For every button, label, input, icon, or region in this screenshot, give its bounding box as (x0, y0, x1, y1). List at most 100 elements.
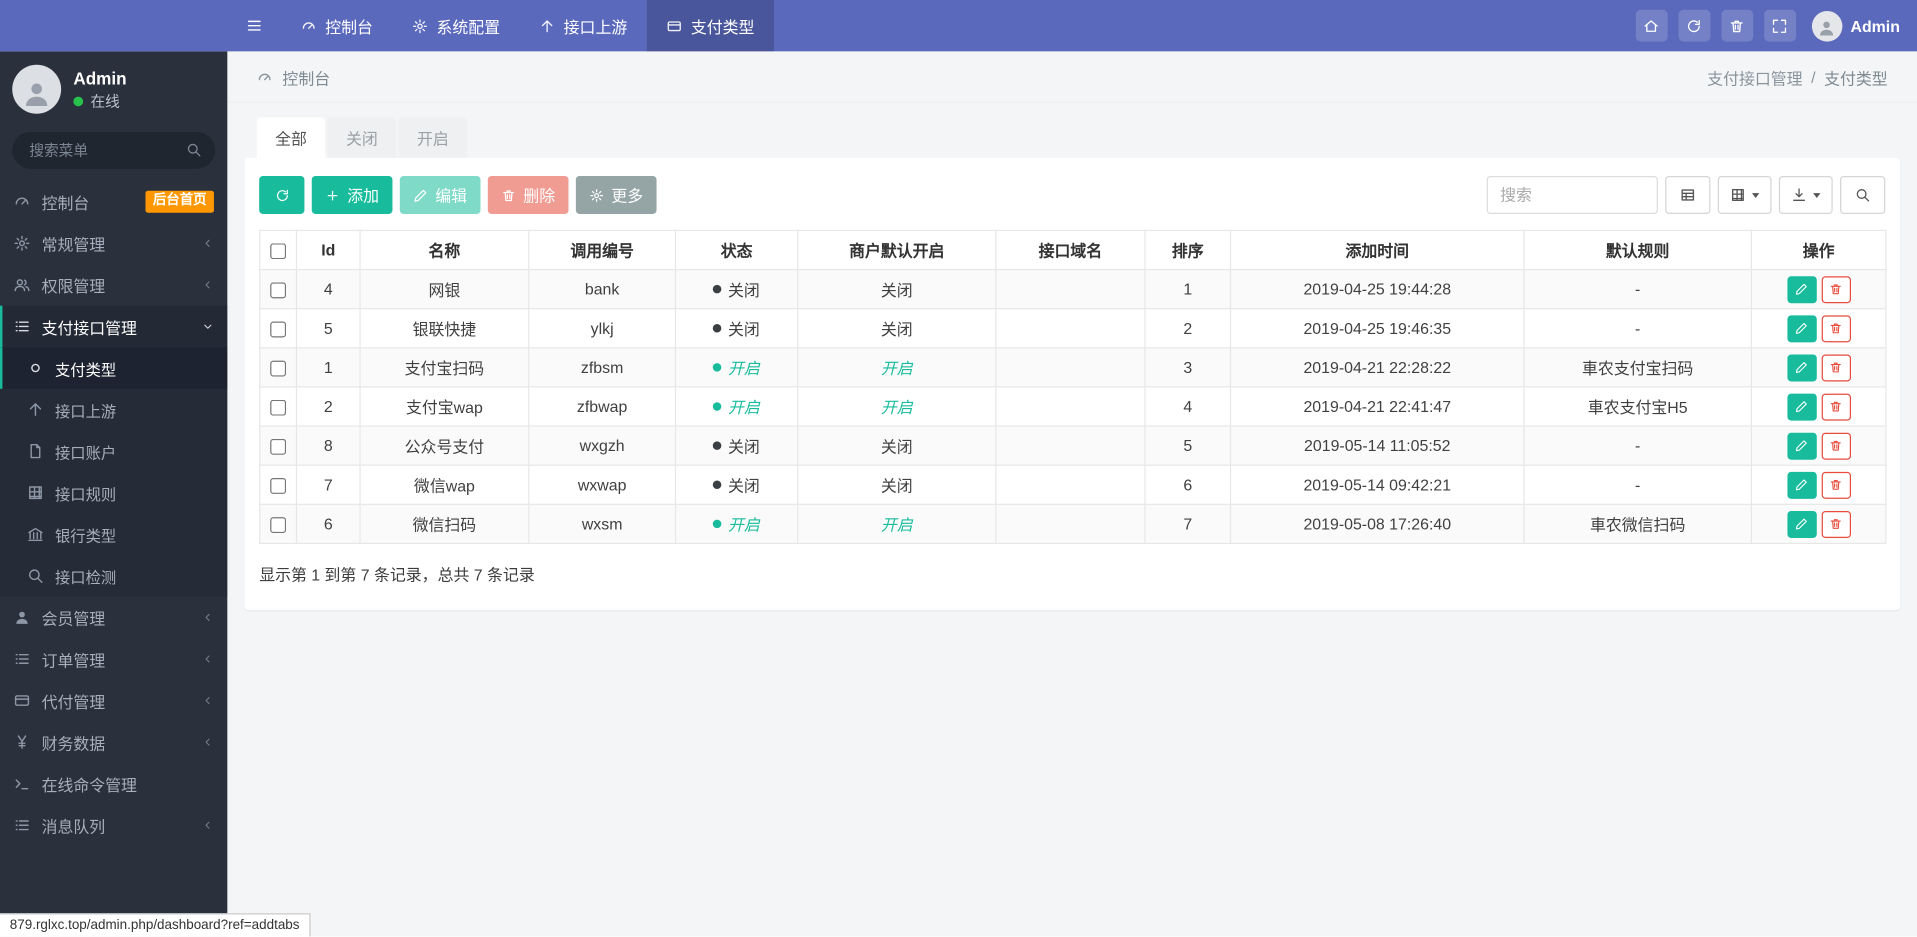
merchant-default-toggle[interactable]: 关闭 (881, 438, 913, 456)
row-checkbox[interactable] (270, 399, 287, 416)
header-added-time[interactable]: 添加时间 (1229, 229, 1525, 271)
row-checkbox[interactable] (270, 517, 287, 534)
header-merchant-default[interactable]: 商户默认开启 (797, 229, 997, 271)
delete-row-button[interactable] (1821, 275, 1851, 303)
refresh-page-button[interactable] (1678, 9, 1710, 42)
topnav-item-label: 接口上游 (563, 17, 628, 37)
delete-row-button[interactable] (1821, 432, 1851, 460)
user-menu[interactable]: Admin (1811, 10, 1900, 41)
app-window: 控制台 系统配置 接口上游 支付类型 Admin Admin 在线 搜索菜单 控… (0, 0, 1917, 937)
sidebar-item-bank-type[interactable]: 银行类型 (0, 513, 227, 555)
select-all-checkbox[interactable] (270, 243, 287, 260)
menu-search-input[interactable] (12, 132, 216, 169)
status-badge: 关闭 (713, 473, 760, 496)
header-default-rule[interactable]: 默认规则 (1523, 229, 1752, 271)
cell-select (259, 503, 298, 545)
edit-row-button[interactable] (1786, 353, 1817, 381)
cell-default-rule: - (1523, 308, 1752, 349)
sidebar-item-interface-rule[interactable]: 接口规则 (0, 472, 227, 514)
export-dropdown-button[interactable] (1778, 176, 1833, 214)
status-badge: 开启 (713, 356, 760, 379)
tab-closed[interactable]: 关闭 (327, 117, 397, 158)
topnav-item-system-config[interactable]: 系统配置 (392, 0, 519, 51)
delete-button[interactable]: 删除 (487, 176, 569, 214)
row-checkbox[interactable] (270, 321, 287, 338)
delete-row-button[interactable] (1821, 471, 1851, 499)
sidebar-toggle-button[interactable] (227, 0, 281, 51)
sidebar-item-label: 接口账户 (55, 444, 117, 462)
sidebar-item-auth[interactable]: 权限管理 (0, 264, 227, 306)
edit-row-button[interactable] (1786, 393, 1817, 420)
sidebar-item-pay-interface[interactable]: 支付接口管理 (0, 305, 228, 348)
edit-row-button[interactable] (1786, 314, 1817, 342)
edit-row-button[interactable] (1786, 432, 1817, 460)
sidebar-item-message-queue[interactable]: 消息队列 (0, 804, 227, 846)
sidebar-item-member[interactable]: 会员管理 (0, 597, 227, 639)
clear-cache-button[interactable] (1720, 9, 1753, 42)
header-actions: 操作 (1750, 229, 1887, 271)
breadcrumb-section[interactable]: 支付接口管理 (1707, 66, 1802, 89)
status-badge: 开启 (713, 512, 760, 535)
sidebar-item-label: 接口上游 (55, 402, 117, 420)
more-button[interactable]: 更多 (575, 176, 657, 214)
toggle-view-button[interactable] (1665, 176, 1711, 214)
sidebar-item-interface-account[interactable]: 接口账户 (0, 430, 227, 472)
sidebar-item-general[interactable]: 常规管理 (0, 223, 227, 265)
cell-sort: 6 (1144, 464, 1232, 505)
header-sort[interactable]: 排序 (1144, 229, 1232, 271)
topnav-item-upstream[interactable]: 接口上游 (520, 0, 647, 51)
sidebar-item-command[interactable]: 在线命令管理 (0, 763, 227, 805)
header-name[interactable]: 名称 (359, 229, 530, 271)
row-checkbox[interactable] (270, 478, 287, 494)
breadcrumb-home[interactable]: 控制台 (282, 66, 330, 89)
cell-select (259, 268, 298, 310)
tab-open[interactable]: 开启 (398, 117, 468, 158)
edit-row-button[interactable] (1786, 471, 1817, 499)
merchant-default-toggle[interactable]: 开启 (881, 359, 913, 377)
topnav-item-dashboard[interactable]: 控制台 (281, 0, 392, 51)
row-checkbox[interactable] (270, 282, 287, 299)
row-checkbox[interactable] (270, 438, 287, 455)
sidebar-item-interface-check[interactable]: 接口检测 (0, 555, 227, 597)
delete-row-button[interactable] (1821, 510, 1851, 538)
pencil-icon (1795, 361, 1808, 374)
sidebar-item-order[interactable]: 订单管理 (0, 638, 227, 680)
delete-row-button[interactable] (1821, 314, 1851, 342)
sidebar-menu: 控制台 后台首页 常规管理 权限管理 支付接口管理 支付类型 接口上游 接口账户… (0, 181, 228, 846)
header-code[interactable]: 调用编号 (528, 229, 677, 271)
table-search-input[interactable] (1486, 176, 1658, 214)
topnav-item-pay-type[interactable]: 支付类型 (646, 0, 774, 52)
chevron-left-icon (202, 237, 214, 249)
sidebar-item-pay-type[interactable]: 支付类型 (0, 347, 228, 389)
merchant-default-toggle[interactable]: 关闭 (881, 477, 913, 495)
header-id[interactable]: Id (295, 229, 361, 271)
delete-row-button[interactable] (1821, 393, 1851, 420)
header-domain[interactable]: 接口域名 (995, 229, 1146, 271)
sidebar-item-interface-upstream[interactable]: 接口上游 (0, 389, 227, 431)
cell-name: 支付宝扫码 (359, 347, 530, 388)
add-button[interactable]: 添加 (311, 176, 393, 214)
sidebar-item-finance[interactable]: 财务数据 (0, 721, 227, 763)
columns-dropdown-button[interactable] (1717, 176, 1772, 214)
edit-button[interactable]: 编辑 (399, 176, 481, 214)
data-table: Id 名称 调用编号 状态 商户默认开启 接口域名 排序 添加时间 默认规则 操… (259, 229, 1887, 545)
delete-row-button[interactable] (1821, 353, 1851, 381)
merchant-default-toggle[interactable]: 开启 (881, 516, 913, 534)
header-status[interactable]: 状态 (674, 229, 799, 271)
refresh-table-button[interactable] (259, 176, 305, 214)
merchant-default-toggle[interactable]: 开启 (881, 399, 913, 417)
tab-all[interactable]: 全部 (256, 117, 326, 158)
breadcrumb-bar: 控制台 支付接口管理 / 支付类型 (227, 51, 1917, 103)
status-dot-icon (713, 402, 722, 411)
merchant-default-toggle[interactable]: 关闭 (881, 281, 913, 299)
edit-row-button[interactable] (1786, 275, 1817, 303)
cell-merchant-default: 开启 (797, 386, 997, 427)
fullscreen-button[interactable] (1763, 9, 1796, 42)
edit-row-button[interactable] (1786, 510, 1817, 538)
sidebar-item-payout[interactable]: 代付管理 (0, 680, 227, 722)
row-checkbox[interactable] (270, 360, 287, 377)
merchant-default-toggle[interactable]: 关闭 (881, 320, 913, 338)
toggle-search-button[interactable] (1840, 176, 1886, 214)
home-button[interactable] (1635, 9, 1668, 42)
sidebar-item-dashboard[interactable]: 控制台 后台首页 (0, 181, 227, 223)
